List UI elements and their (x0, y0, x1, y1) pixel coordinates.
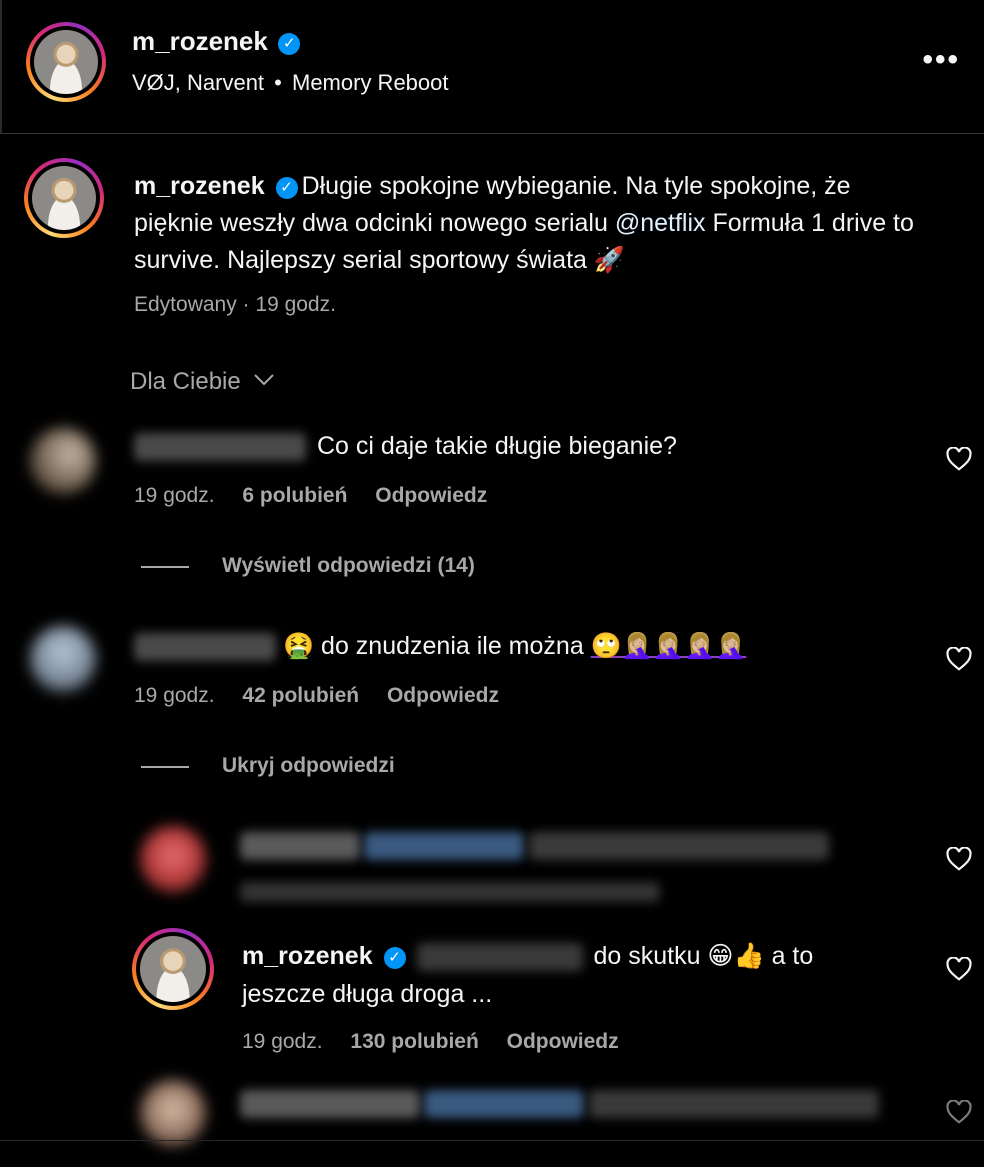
reply-divider (141, 566, 189, 568)
comment-sort-dropdown[interactable]: Dla Ciebie (130, 368, 275, 396)
avatar[interactable] (140, 1080, 206, 1146)
owner-reply-line-1: m_rozenek ✓ do skutku 😁👍 a to (242, 938, 813, 975)
owner-reply-meta: 19 godz. 130 polubień Odpowiedz (242, 1030, 619, 1054)
caption-username[interactable]: m_rozenek (134, 172, 265, 200)
blurred-reply-username (240, 832, 360, 860)
verified-badge-icon: ✓ (275, 177, 298, 199)
caption-text: m_rozenek ✓ Długie spokojne wybieganie. N… (134, 168, 934, 279)
reply-divider (141, 766, 189, 768)
caption-meta: Edytowany · 19 godz. (134, 293, 336, 316)
sort-label: Dla Ciebie (130, 368, 241, 395)
comment-2-text: 🤮 do znudzenia ile można 🙄🤦🏼‍♀️🤦🏼‍♀️🤦🏼‍♀… (134, 628, 746, 665)
blurred-reply (240, 832, 829, 860)
avatar[interactable] (30, 428, 96, 494)
comment-2-meta: 19 godz. 42 polubień Odpowiedz (134, 684, 499, 708)
reply-avatar-ring[interactable] (132, 928, 214, 1010)
comment-2-emoji: 🤮 (282, 632, 315, 660)
avatar (32, 166, 96, 230)
reply-body-b: jeszcze długa droga ... (242, 980, 493, 1008)
profile-avatar-ring[interactable] (26, 22, 106, 102)
hide-replies-button[interactable]: Ukryj odpowiedzi (222, 754, 395, 778)
comment-time: 19 godz. (134, 684, 215, 707)
view-replies-button[interactable]: Wyświetl odpowiedzi (14) (222, 554, 475, 578)
like-heart-icon[interactable] (946, 647, 972, 671)
blurred-meta (240, 882, 660, 902)
comment-1-meta: 19 godz. 6 polubień Odpowiedz (134, 484, 487, 508)
reply-username[interactable]: m_rozenek (242, 942, 373, 970)
comment-username[interactable] (134, 633, 276, 662)
audio-info[interactable]: VØJ, Narvent • Memory Reboot (132, 70, 449, 96)
audio-title: Memory Reboot (292, 70, 449, 95)
more-options-icon[interactable]: ••• (922, 45, 960, 75)
blurred-reply-meta (240, 882, 660, 902)
reply-button[interactable]: Odpowiedz (507, 1030, 619, 1053)
reply-body-a: do skutku 😁👍 a to (593, 942, 814, 970)
blurred-reply-mention (364, 832, 525, 860)
comment-time: 19 godz. (134, 484, 215, 507)
caption-avatar-ring[interactable] (24, 158, 104, 238)
blurred-reply (240, 1090, 879, 1118)
audio-artist: VØJ, Narvent (132, 70, 265, 95)
comment-likes[interactable]: 6 polubień (242, 484, 347, 507)
like-heart-icon[interactable] (946, 1100, 972, 1124)
caption-mention-link[interactable]: @netflix (615, 209, 706, 237)
blurred-reply-body (588, 1090, 879, 1118)
comment-1-text: Co ci daje takie długie bieganie? (134, 428, 677, 465)
chevron-down-icon (254, 374, 275, 386)
bottom-divider (0, 1140, 984, 1141)
header-user-row: m_rozenek ✓ (132, 26, 301, 57)
like-heart-icon[interactable] (946, 847, 972, 871)
avatar[interactable] (30, 626, 96, 692)
reply-button[interactable]: Odpowiedz (375, 484, 487, 507)
comment-2-emoji-tail: 🙄🤦🏼‍♀️🤦🏼‍♀️🤦🏼‍♀️🤦🏼‍♀️ (590, 632, 747, 660)
like-heart-icon[interactable] (946, 957, 972, 981)
verified-badge-icon: ✓ (383, 947, 406, 969)
avatar (140, 936, 206, 1002)
blurred-reply-username (240, 1090, 420, 1118)
like-heart-icon[interactable] (946, 447, 972, 471)
blurred-reply-body (528, 832, 829, 860)
reply-button[interactable]: Odpowiedz (387, 684, 499, 707)
comment-2-body: do znudzenia ile można (321, 632, 584, 660)
avatar[interactable] (140, 826, 206, 892)
avatar (34, 30, 98, 94)
comment-1-body: Co ci daje takie długie bieganie? (316, 432, 677, 460)
post-header: m_rozenek ✓ VØJ, Narvent • Memory Reboot… (0, 0, 984, 134)
comment-likes[interactable]: 130 polubień (350, 1030, 478, 1053)
comment-likes[interactable]: 42 polubień (242, 684, 359, 707)
header-username[interactable]: m_rozenek (132, 26, 268, 56)
comment-time: 19 godz. (242, 1030, 323, 1053)
reply-mention[interactable] (416, 943, 583, 972)
blurred-reply-mention (424, 1090, 585, 1118)
comment-username[interactable] (134, 433, 306, 462)
audio-separator: • (274, 70, 282, 95)
verified-badge-icon: ✓ (278, 33, 301, 55)
